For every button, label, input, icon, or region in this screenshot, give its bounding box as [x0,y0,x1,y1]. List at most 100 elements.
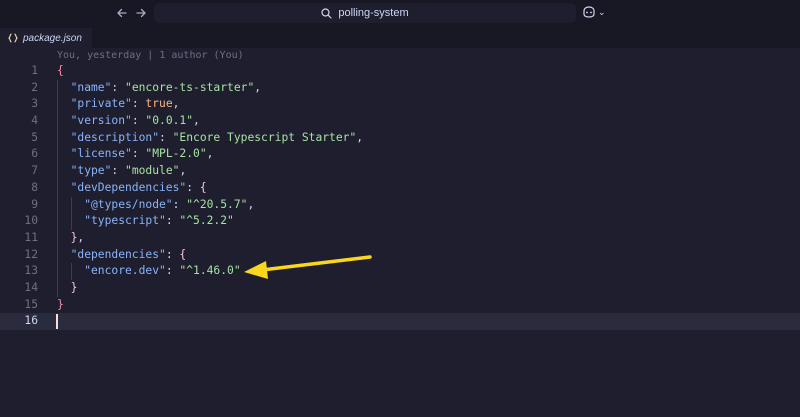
title-bar: polling-system ⌄ [0,0,800,28]
tab-bar: package.json [0,28,800,48]
code-line[interactable]: 13 "encore.dev": "^1.46.0" [0,263,800,280]
code-token: "^1.46.0" [179,264,241,278]
code-line[interactable]: 1{ [0,63,800,80]
code-token: , [247,197,255,211]
code-token: "description" [70,130,160,144]
line-number: 15 [24,297,38,311]
code-text: }, [71,230,85,247]
arrow-left-icon[interactable] [114,6,130,22]
code-text: "description": "Encore Typescript Starte… [71,130,363,147]
code-token: : [131,97,146,111]
code-line[interactable]: 6 "license": "MPL-2.0", [0,146,800,164]
code-token: : [172,197,187,211]
code-token: { [179,247,187,261]
indent-guide [57,196,58,214]
code-line[interactable]: 7 "type": "module", [0,163,800,180]
code-text: "dependencies": { [71,247,187,264]
code-token: : [159,130,173,144]
line-number: 7 [31,164,38,178]
code-line[interactable]: 8 "devDependencies": { [0,179,800,197]
code-token: "^20.5.7" [186,197,248,211]
line-number: 13 [24,264,38,278]
indent-guide [57,263,58,280]
line-number: 16 [24,314,38,328]
code-text: { [57,63,64,80]
line-number: 2 [31,80,38,94]
search-icon [321,7,332,19]
indent-guide [70,263,72,280]
indent-guide [57,179,58,197]
indent-guide [57,213,58,230]
code-text: "license": "MPL-2.0", [71,146,214,163]
code-line[interactable]: 11}, [0,229,800,247]
indent-guide [57,96,58,114]
code-line[interactable]: 10 "typescript": "^5.2.2" [0,213,800,230]
code-text: "devDependencies": { [71,180,207,197]
line-number: 11 [24,230,38,244]
code-text: } [57,297,64,314]
code-token: , [356,130,364,144]
code-token: { [57,64,64,77]
indent-guide [57,129,58,147]
code-token: "license" [70,147,132,161]
line-number: 6 [31,147,38,161]
code-token: } [70,280,78,294]
chevron-down-icon: ⌄ [598,6,606,17]
code-token: "type" [70,164,112,178]
git-blame-codelens[interactable]: You, yesterday | 1 author (You) [57,50,244,61]
code-token: , [206,147,214,161]
code-token: , [77,230,85,244]
code-token: : [111,80,126,94]
code-token: true [145,97,173,111]
code-token: , [172,97,180,111]
code-line[interactable]: 2 "name": "encore-ts-starter", [0,79,800,97]
code-token: "name" [70,80,112,94]
code-token: "MPL-2.0" [145,147,207,161]
code-text: "encore.dev": "^1.46.0" [84,263,240,280]
copilot-icon [583,6,595,18]
code-line[interactable]: 12 "dependencies": { [0,246,800,264]
line-number: 12 [24,247,38,261]
arrow-right-icon[interactable] [133,6,149,22]
code-editor[interactable]: 1{2 "name": "encore-ts-starter", 3 "private… [0,63,800,330]
line-number: 14 [24,280,38,294]
code-line[interactable]: 5 "description": "Encore Typescript Start… [0,129,800,147]
indent-guide [57,246,58,264]
code-line[interactable]: 3 "private": true, [0,96,800,114]
indent-guide [57,113,58,130]
json-file-icon [8,33,18,43]
tab-package-json[interactable]: package.json [0,28,92,48]
code-token: "version" [70,114,132,128]
code-token: "private" [70,97,132,111]
code-text: "@types/node": "^20.5.7", [84,197,254,214]
code-text: "private": true, [71,96,180,113]
code-token: : [165,264,180,278]
code-text: "name": "encore-ts-starter", [71,80,261,97]
code-token: "encore.dev" [84,264,166,278]
code-token: , [193,114,200,128]
indent-guide [57,163,58,180]
code-token: "module" [125,164,180,178]
tab-label: package.json [23,32,82,44]
line-number: 1 [31,64,38,77]
code-token: : [165,214,180,228]
code-line[interactable]: 9 "@types/node": "^20.5.7", [0,196,800,214]
code-line[interactable]: 4 "version": "0.0.1", [0,113,800,130]
code-text: "version": "0.0.1", [71,113,200,130]
command-center-search[interactable]: polling-system [154,3,576,23]
code-line[interactable]: 14} [0,279,800,297]
line-number: 3 [31,97,38,111]
code-text: "type": "module", [71,163,187,180]
code-token: "dependencies" [70,247,166,261]
copilot-button[interactable]: ⌄ [582,6,606,18]
code-text: } [71,280,78,297]
code-token: : [131,114,146,128]
code-token: "encore-ts-starter" [125,80,255,94]
indent-guide [70,196,72,214]
search-text: polling-system [338,7,409,19]
code-token: , [179,164,187,178]
code-line[interactable]: 15} [0,297,800,314]
indent-guide [57,79,58,97]
indent-guide [57,279,58,297]
code-line[interactable]: 16 [0,313,800,330]
